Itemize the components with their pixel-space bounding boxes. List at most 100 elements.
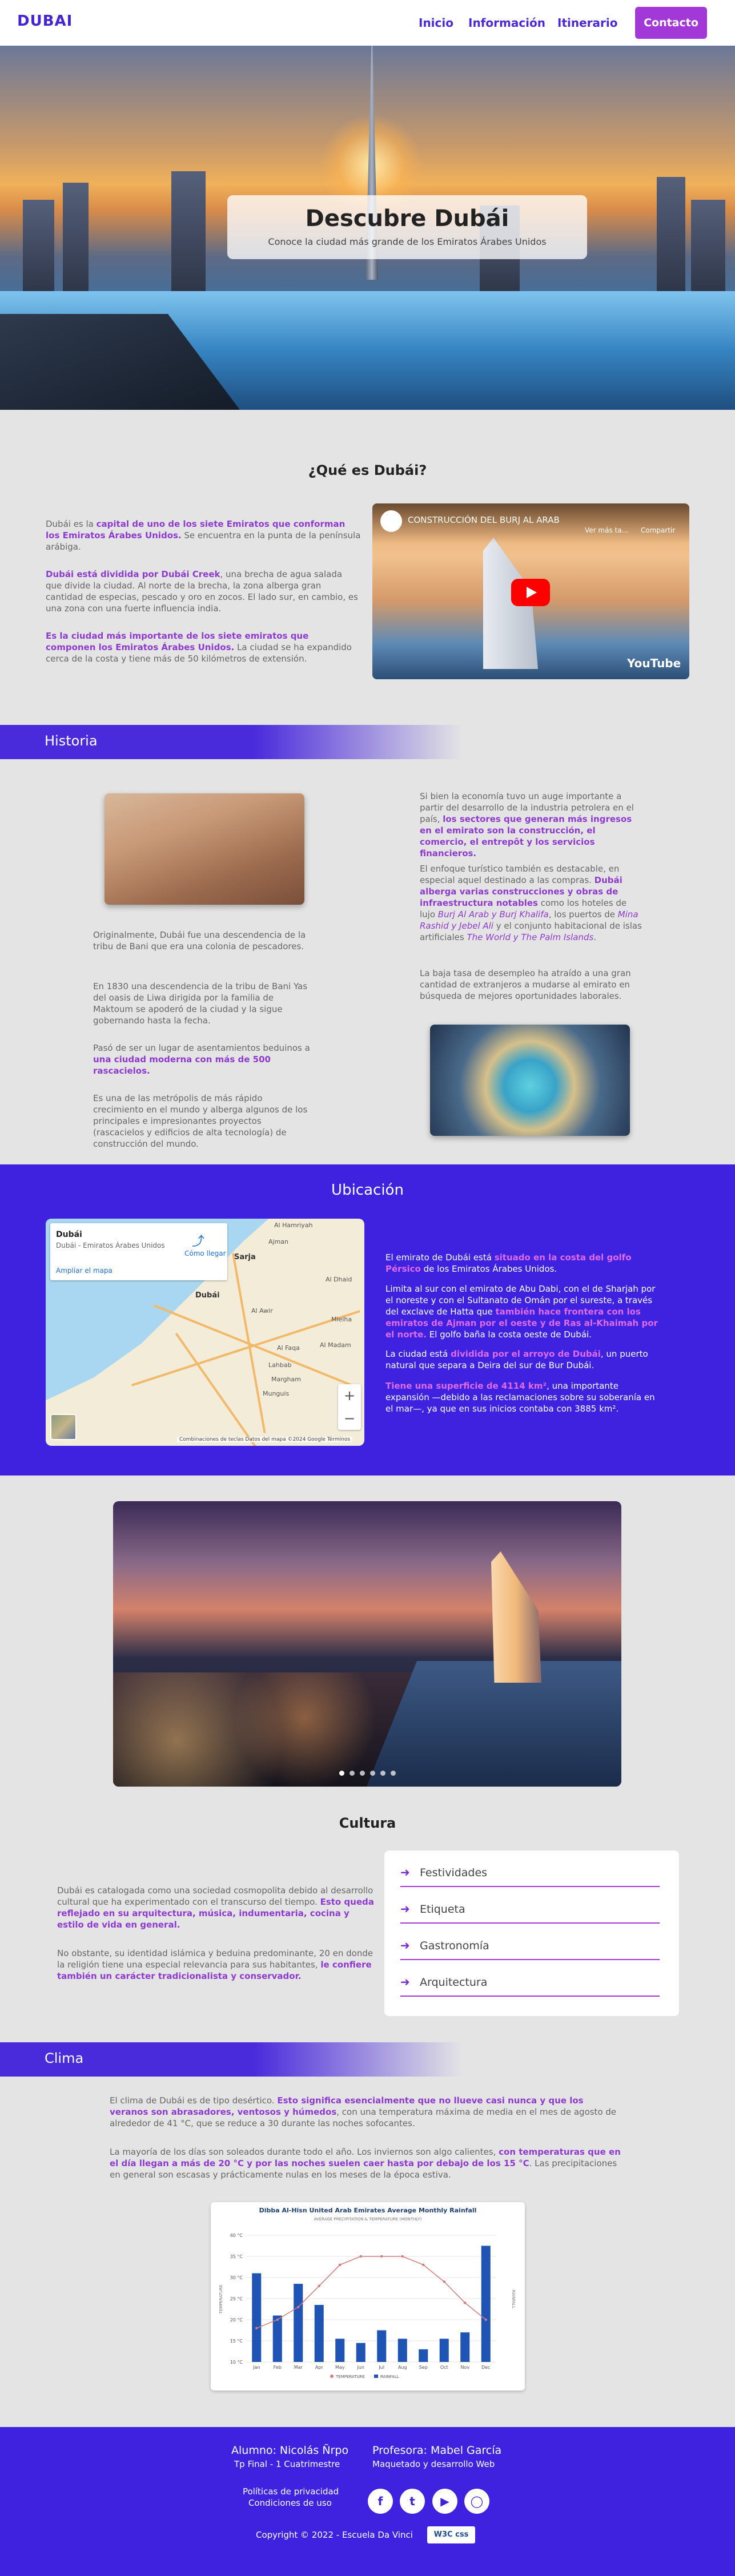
- youtube-logo[interactable]: YouTube: [627, 656, 681, 670]
- carousel-dot[interactable]: [339, 1771, 344, 1776]
- chart-bar-rainfall: [460, 2332, 470, 2362]
- historia-right-p2: El enfoque turístico también es destacab…: [420, 864, 642, 942]
- hero-banner: Descubre Dubái Conoce la ciudad más gran…: [0, 46, 735, 410]
- site-logo[interactable]: DUBAI: [17, 13, 73, 30]
- chart-x-tick: May: [335, 2365, 345, 2370]
- footer-student: Alumno: Nicolás Ñrpo: [231, 2444, 349, 2457]
- climate-chart: Dibba Al-Hisn United Arab Emirates Avera…: [211, 2202, 525, 2390]
- footer-teacher-sub: Maquetado y desarrollo Web: [372, 2459, 495, 2469]
- chart-bar-rainfall: [272, 2315, 282, 2362]
- chart-point-temperature: [339, 2263, 342, 2266]
- nav-link-inicio[interactable]: Inicio: [419, 16, 453, 30]
- facebook-icon[interactable]: f: [368, 2489, 393, 2514]
- cultura-item-festividades[interactable]: ➜ Festividades: [400, 1862, 660, 1887]
- hero-subtitle: Conoce la ciudad más grande de los Emira…: [268, 236, 547, 247]
- map-satellite-toggle[interactable]: [50, 1414, 77, 1440]
- chart-bar-rainfall: [294, 2284, 303, 2362]
- watch-later-button[interactable]: Ver más ta...: [585, 526, 628, 534]
- chart-y2-label: RAINFALL: [511, 2290, 516, 2309]
- ubicacion-p3: La ciudad está dividida por el arroyo de…: [385, 1349, 648, 1370]
- zoom-out-button[interactable]: −: [338, 1407, 361, 1430]
- twitter-icon[interactable]: t: [400, 2489, 425, 2514]
- map-zoom-control: + −: [338, 1384, 361, 1430]
- chart-bar-rainfall: [335, 2339, 345, 2362]
- clima-p2: La mayoría de los días son soleados dura…: [110, 2147, 621, 2180]
- chart-point-temperature: [443, 2280, 445, 2283]
- youtube-icon[interactable]: ▶: [432, 2489, 457, 2514]
- chart-y-tick: 40 °C: [230, 2233, 243, 2238]
- chart-y-tick: 25 °C: [230, 2296, 243, 2301]
- chart-bar-rainfall: [377, 2330, 387, 2362]
- historia-left-p3: Pasó de ser un lugar de asentamientos be…: [93, 1043, 310, 1076]
- video-title[interactable]: CONSTRUCCIÓN DEL BURJ AL ARAB: [408, 515, 560, 525]
- youtube-video[interactable]: CONSTRUCCIÓN DEL BURJ AL ARAB Ver más ta…: [372, 503, 689, 679]
- chart-point-temperature: [422, 2263, 425, 2266]
- map-city-ajman: Ajman: [268, 1238, 289, 1245]
- map-place-address: Dubái - Emiratos Árabes Unidos: [56, 1241, 165, 1249]
- directions-link[interactable]: Cómo llegar: [184, 1249, 226, 1257]
- clima-p1: El clima de Dubái es de tipo desértico. …: [110, 2095, 617, 2128]
- chart-x-tick: Feb: [274, 2365, 282, 2370]
- channel-avatar[interactable]: [380, 510, 402, 532]
- cultura-item-etiqueta[interactable]: ➜ Etiqueta: [400, 1898, 660, 1924]
- chart-y-label: TEMPERATURE: [219, 2285, 223, 2315]
- arrow-right-icon: ➜: [400, 1938, 410, 1952]
- chart-legend-temperature: TEMPERATURE: [335, 2375, 365, 2379]
- chart-y-tick: 20 °C: [230, 2317, 243, 2323]
- historia-photo-old-dubai: [105, 793, 304, 905]
- terms-link[interactable]: Condiciones de uso: [248, 2498, 332, 2508]
- contact-button[interactable]: Contacto: [635, 7, 707, 39]
- section-title-clima: Clima: [45, 2050, 84, 2066]
- map-info-card: Dubái Dubái - Emiratos Árabes Unidos Amp…: [50, 1223, 227, 1280]
- hero-building: [63, 183, 89, 297]
- share-button[interactable]: Compartir: [641, 526, 675, 534]
- hero-building: [23, 200, 54, 297]
- chart-y-tick: 30 °C: [230, 2275, 243, 2280]
- arrow-right-icon: ➜: [400, 1902, 410, 1916]
- chart-point-temperature: [255, 2327, 258, 2329]
- instagram-icon[interactable]: ◯: [464, 2489, 489, 2514]
- cultura-item-gastronomia[interactable]: ➜ Gastronomía: [400, 1935, 660, 1960]
- historia-banner: Historia: [0, 725, 463, 759]
- chart-x-tick: Mar: [294, 2365, 303, 2370]
- section-title-ubicacion: Ubicación: [331, 1182, 404, 1199]
- footer-student-sub: Tp Final - 1 Cuatrimestre: [234, 2459, 340, 2469]
- footer: Alumno: Nicolás Ñrpo Tp Final - 1 Cuatri…: [0, 2427, 735, 2576]
- ubicacion-p4: Tiene una superficie de 4114 km², una im…: [385, 1381, 655, 1414]
- carousel-dot[interactable]: [370, 1771, 375, 1776]
- cultura-item-arquitectura[interactable]: ➜ Arquitectura: [400, 1972, 660, 1997]
- historia-right-p3: La baja tasa de desempleo ha atraído a u…: [420, 968, 631, 1001]
- hero-building: [657, 177, 685, 297]
- nav-link-informacion[interactable]: Información: [468, 16, 545, 30]
- directions-icon[interactable]: ⤴: [192, 1231, 204, 1249]
- historia-photo-palm-islands: [430, 1025, 630, 1136]
- google-map[interactable]: Sarja Ajman Al Dhaid Dubái Al Awir Al Fa…: [46, 1219, 364, 1446]
- play-icon[interactable]: [511, 579, 550, 606]
- chart-y-tick: 10 °C: [230, 2360, 243, 2365]
- chart-bar-rainfall: [252, 2273, 262, 2362]
- section-title-historia: Historia: [45, 733, 98, 749]
- map-city-margham: Margham: [271, 1376, 301, 1383]
- carousel-dot[interactable]: [350, 1771, 355, 1776]
- zoom-in-button[interactable]: +: [338, 1384, 361, 1407]
- historia-left-p4: Es una de las metrópolis de más rápido c…: [93, 1093, 308, 1149]
- chart-legend-rainfall-swatch: [374, 2375, 378, 2378]
- chart-bar-rainfall: [481, 2246, 491, 2362]
- que-es-paragraph-3: Es la ciudad más importante de los siete…: [46, 631, 352, 664]
- image-carousel[interactable]: [113, 1501, 621, 1787]
- map-enlarge-link[interactable]: Ampliar el mapa: [56, 1267, 113, 1275]
- chart-x-tick: Aug: [398, 2365, 407, 2370]
- chart-legend-rainfall: RAINFALL: [380, 2375, 399, 2379]
- privacy-link[interactable]: Políticas de privacidad: [243, 2486, 339, 2497]
- chart-x-tick: Nov: [460, 2365, 469, 2370]
- arrow-right-icon: ➜: [400, 1865, 410, 1879]
- ubicacion-section: Ubicación Sarja Ajman Al Dhaid Dubái Al …: [0, 1164, 735, 1476]
- arrow-right-icon: ➜: [400, 1975, 410, 1989]
- carousel-dot[interactable]: [360, 1771, 365, 1776]
- carousel-dot[interactable]: [380, 1771, 385, 1776]
- carousel-dot[interactable]: [391, 1771, 396, 1776]
- map-city-dubai: Dubái: [195, 1291, 220, 1300]
- chart-subtitle: AVERAGE PRECIPITATION & TEMPERATURE (MON…: [314, 2217, 422, 2222]
- w3c-css-badge[interactable]: W3C css: [427, 2526, 475, 2543]
- nav-link-itinerario[interactable]: Itinerario: [557, 16, 617, 30]
